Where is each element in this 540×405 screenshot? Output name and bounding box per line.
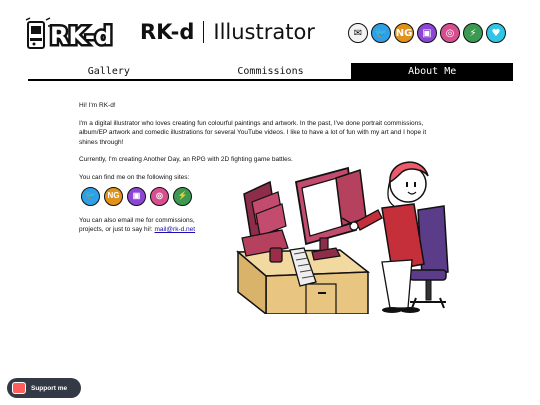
social-links: ✉ 🐦 NG ▣ ◎ ⚡ ♥ xyxy=(348,23,506,43)
instagram-icon[interactable]: ◎ xyxy=(150,186,169,206)
main-nav: Gallery Commissions About Me xyxy=(28,63,514,81)
twitter-icon[interactable]: 🐦 xyxy=(371,23,391,43)
newgrounds-icon[interactable]: NG xyxy=(104,186,123,206)
kofi-icon[interactable]: ♥ xyxy=(486,23,506,43)
artist-illustration xyxy=(236,161,449,314)
title-name: RK-d xyxy=(140,20,195,44)
rk-d-logo[interactable]: RK-d xyxy=(24,12,124,54)
email-icon[interactable]: ✉ xyxy=(348,23,368,43)
kofi-label: Support me xyxy=(31,384,68,392)
twitter-icon[interactable]: 🐦 xyxy=(81,186,100,206)
title-divider xyxy=(203,21,205,43)
twitch-icon[interactable]: ▣ xyxy=(127,186,146,206)
twitch-icon[interactable]: ▣ xyxy=(417,23,437,43)
kofi-support-button[interactable]: Support me xyxy=(7,378,81,398)
email-link[interactable]: mail@rk-d.net xyxy=(155,226,196,233)
svg-text:RK-d: RK-d xyxy=(50,22,112,50)
tab-gallery[interactable]: Gallery xyxy=(28,63,190,79)
greeting-text: Hi! I'm RK-d! xyxy=(79,102,116,109)
instagram-icon[interactable]: ◎ xyxy=(440,23,460,43)
kofi-cup-icon xyxy=(12,382,26,394)
tab-commissions[interactable]: Commissions xyxy=(190,63,352,79)
itchio-icon[interactable]: ⚡ xyxy=(173,186,192,206)
site-header: RK-d RK-d Illustrator ✉ 🐦 NG ▣ ◎ ⚡ ♥ xyxy=(0,0,540,62)
title-role: Illustrator xyxy=(213,20,315,44)
site-title: RK-d Illustrator xyxy=(140,20,315,44)
tab-about-me[interactable]: About Me xyxy=(351,63,514,79)
itchio-icon[interactable]: ⚡ xyxy=(463,23,483,43)
intro-text: I'm a digital illustrator who loves crea… xyxy=(79,119,427,146)
newgrounds-icon[interactable]: NG xyxy=(394,23,414,43)
email-block: You can also email me for commissions, p… xyxy=(79,216,209,235)
